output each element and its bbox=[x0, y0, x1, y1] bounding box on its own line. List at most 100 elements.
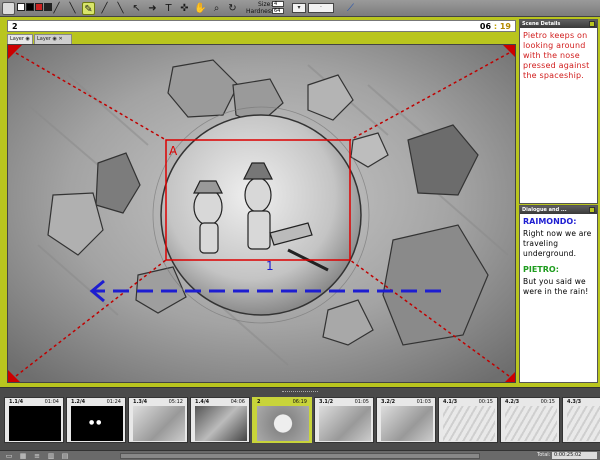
status-bar: ▭ ▦ ≡ ▥ ▤ Total: 0:00:25:02 bbox=[0, 450, 600, 460]
panel-collapse-button[interactable] bbox=[589, 207, 595, 213]
arrow-tool-icon[interactable]: ➜ bbox=[146, 2, 159, 15]
thumbnail-image bbox=[195, 406, 247, 441]
thumbnail-duration: 01:05 bbox=[354, 399, 369, 405]
thumbnail-duration: 05:12 bbox=[168, 399, 183, 405]
panel-header-bar: 2 06 : 19 bbox=[7, 20, 516, 32]
thumbnail-scrollbar[interactable] bbox=[120, 453, 480, 459]
transform-tool-icon[interactable]: ✜ bbox=[178, 2, 191, 15]
view-grid-icon[interactable]: ▦ bbox=[18, 452, 28, 460]
layer-tab-2[interactable]: Layer ◉ ✕ bbox=[34, 34, 72, 44]
panel-duration-separator: : bbox=[493, 22, 498, 31]
thumbnail-panel-name: 4.2/3 bbox=[505, 399, 520, 405]
thumbnail-image bbox=[381, 406, 433, 441]
size-field[interactable]: 4 bbox=[272, 1, 284, 7]
thumbnail-panel-name: 1.1/4 bbox=[9, 399, 24, 405]
panel-duration-seconds: 06 bbox=[479, 22, 492, 31]
thumbnail-panel-name: 4.1/3 bbox=[443, 399, 458, 405]
thumbnail-panel-name: 3.1/2 bbox=[319, 399, 334, 405]
brush-preview-box[interactable]: · bbox=[308, 3, 334, 13]
scene-description[interactable]: Pietro keeps on looking around with the … bbox=[520, 28, 597, 81]
rotate-tool-icon[interactable]: ↻ bbox=[226, 2, 239, 15]
thumbnail-panel-name: 4.3/3 bbox=[567, 399, 582, 405]
scene-details-header: Scene Details bbox=[520, 20, 597, 28]
drawing-canvas[interactable]: A 1 bbox=[7, 44, 516, 383]
thumbnail-image bbox=[505, 406, 557, 441]
color-swatch[interactable] bbox=[26, 3, 34, 11]
text-tool-icon[interactable]: T bbox=[162, 2, 175, 15]
thumbnail-panel-name: 1.2/4 bbox=[71, 399, 86, 405]
thumbnail-strip: 1.1/4 01:04 1.2/4 01:24 ● ● 1.3/4 05:12 1.4/4 04… bbox=[0, 387, 600, 450]
panel-duration-frames: 19 bbox=[499, 22, 511, 31]
thumbnail-panel-name: 1.3/4 bbox=[133, 399, 148, 405]
thumbnail-image bbox=[443, 406, 495, 441]
hardness-field[interactable]: 64 bbox=[272, 8, 284, 14]
drawing-toolbar: ╱ ╲ ✎ ╱ ╲ ↖ ➜ T ✜ ✋ ⌕ ↻ Size: 4 Hardness: 64 ▾ · ⟋ bbox=[0, 0, 600, 17]
dialogue-title: Dialogue and ... bbox=[522, 207, 567, 213]
view-list-icon[interactable]: ≡ bbox=[32, 452, 42, 460]
thumbnail-duration: 00:15 bbox=[478, 399, 493, 405]
panel-thumbnail[interactable]: 3.2/2 01:03 bbox=[376, 397, 436, 443]
thumbnail-image bbox=[257, 406, 309, 441]
panel-thumbnail[interactable]: 4.3/3 bbox=[562, 397, 600, 443]
brush-preset-dropdown[interactable]: ▾ bbox=[292, 3, 306, 13]
thumbnail-duration: 01:04 bbox=[44, 399, 59, 405]
right-sidebar: Scene Details Pietro keeps on looking ar… bbox=[517, 17, 600, 387]
eraser-tool-icon[interactable]: ╲ bbox=[114, 2, 127, 15]
dialogue-speaker: RAIMONDO: bbox=[523, 217, 577, 226]
thumbnail-image bbox=[9, 406, 61, 441]
marker-tool-icon[interactable]: ╱ bbox=[98, 2, 111, 15]
thumbnail-image: ● ● bbox=[71, 406, 123, 441]
resize-handle[interactable] bbox=[282, 391, 318, 394]
panel-duration[interactable]: 06 : 19 bbox=[480, 22, 511, 31]
thumbnail-image bbox=[319, 406, 371, 441]
panel-thumbnail[interactable]: 2 06:19 bbox=[252, 397, 312, 443]
dialogue-line[interactable]: But you said we were in the rain! bbox=[520, 275, 597, 297]
close-icon[interactable]: ✕ bbox=[59, 36, 63, 42]
panel-thumbnail[interactable]: 1.1/4 01:04 bbox=[4, 397, 64, 443]
size-label: Size: bbox=[258, 1, 273, 8]
canvas-artwork: A 1 bbox=[8, 45, 515, 382]
select-tool-icon[interactable]: ↖ bbox=[130, 2, 143, 15]
dialogue-speaker: PIETRO: bbox=[523, 265, 559, 274]
scene-details-title: Scene Details bbox=[522, 21, 561, 27]
dialogue-header: Dialogue and ... bbox=[520, 206, 597, 214]
panel-number: 2 bbox=[12, 22, 18, 31]
pen-tool-icon[interactable]: ✎ bbox=[82, 2, 95, 15]
thumbnail-image bbox=[133, 406, 185, 441]
thumbnail-panel-name: 3.2/2 bbox=[381, 399, 396, 405]
thumbnail-duration: 00:15 bbox=[540, 399, 555, 405]
panel-thumbnail[interactable]: 1.2/4 01:24 ● ● bbox=[66, 397, 126, 443]
total-duration-label: Total: bbox=[537, 452, 551, 458]
view-single-icon[interactable]: ▭ bbox=[4, 452, 14, 460]
hand-tool-icon[interactable]: ✋ bbox=[194, 2, 207, 15]
color-swatch[interactable] bbox=[35, 3, 43, 11]
total-duration-value: 0:00:25:02 bbox=[552, 452, 597, 459]
brush-tool-icon[interactable]: ╲ bbox=[66, 2, 79, 15]
panel-thumbnail[interactable]: 1.4/4 04:06 bbox=[190, 397, 250, 443]
zoom-tool-icon[interactable]: ⌕ bbox=[210, 2, 223, 15]
thumbnail-duration: 01:24 bbox=[106, 399, 121, 405]
pencil-tool-icon[interactable]: ╱ bbox=[50, 2, 63, 15]
dialogue-line[interactable]: Right now we are traveling underground. bbox=[520, 227, 597, 259]
panel-thumbnail[interactable]: 4.2/3 00:15 bbox=[500, 397, 560, 443]
color-swatch[interactable] bbox=[17, 3, 25, 11]
view-thumbnails-icon[interactable]: ▥ bbox=[46, 452, 56, 460]
view-timeline-icon[interactable]: ▤ bbox=[60, 452, 70, 460]
panel-thumbnail[interactable]: 4.1/3 00:15 bbox=[438, 397, 498, 443]
eye-icon[interactable]: ◉ bbox=[26, 36, 30, 42]
thumbnail-duration: 04:06 bbox=[230, 399, 245, 405]
panel-collapse-button[interactable] bbox=[589, 21, 595, 27]
camera-frame-label-a: A bbox=[169, 144, 178, 158]
thumbnail-image bbox=[567, 406, 600, 441]
layer-tab-1[interactable]: Layer ◉ bbox=[7, 34, 33, 44]
panel-thumbnail[interactable]: 3.1/2 01:05 bbox=[314, 397, 374, 443]
new-panel-button[interactable] bbox=[2, 2, 15, 15]
thumbnail-panel-name: 2 bbox=[257, 399, 261, 405]
thumbnail-panel-name: 1.4/4 bbox=[195, 399, 210, 405]
eye-icon[interactable]: ◉ bbox=[53, 36, 57, 42]
thumbnail-duration: 01:03 bbox=[416, 399, 431, 405]
layer-tab-label: Layer bbox=[10, 36, 24, 42]
panel-thumbnail[interactable]: 1.3/4 05:12 bbox=[128, 397, 188, 443]
eyedropper-icon[interactable]: ⟋ bbox=[344, 2, 357, 15]
stage-area: 2 06 : 19 Layer ◉ Layer ◉ ✕ A 1 Scene De… bbox=[0, 17, 600, 387]
